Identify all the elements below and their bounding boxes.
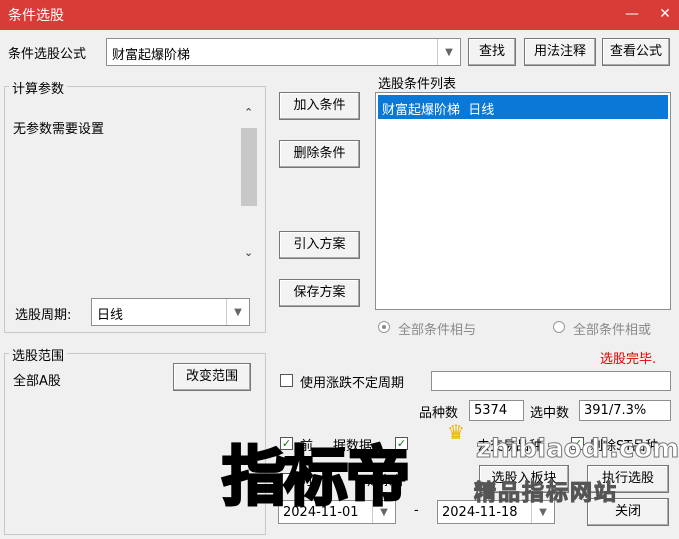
end-date-value: 2024-11-18 <box>442 505 518 520</box>
date-separator: - <box>414 503 419 518</box>
view-formula-button[interactable]: 查看公式 <box>602 38 670 66</box>
add-condition-button[interactable]: 加入条件 <box>279 92 360 120</box>
option-1-label-tail: 据数据 <box>333 439 373 454</box>
scroll-down-icon[interactable]: ⌄ <box>244 246 253 259</box>
formula-select[interactable]: 财富起爆阶梯 ▼ <box>106 38 461 66</box>
scrollbar-thumb[interactable] <box>241 128 257 206</box>
period-label: 选股周期: <box>15 308 72 323</box>
scroll-up-icon[interactable]: ⌃ <box>244 106 253 119</box>
chevron-down-icon[interactable]: ▼ <box>226 299 249 325</box>
range-group-label: 选股范围 <box>9 345 68 364</box>
uncertain-period-input[interactable] <box>431 371 671 391</box>
option-1-checkbox[interactable]: ✓ <box>280 437 293 450</box>
list-item-label: 财富起爆阶梯 日线 <box>382 103 495 118</box>
selected-count-field: 391/7.3% <box>579 400 671 421</box>
close-button[interactable]: 关闭 <box>587 498 669 526</box>
option-2-checkbox[interactable]: ✓ <box>395 437 408 450</box>
usage-notes-button[interactable]: 用法注释 <box>524 38 596 66</box>
chevron-down-icon[interactable]: ▼ <box>372 501 395 523</box>
find-button[interactable]: 查找 <box>468 38 516 66</box>
start-date-value: 2024-11-01 <box>283 505 359 520</box>
time-checkbox[interactable] <box>280 473 293 486</box>
condition-list[interactable]: 财富起爆阶梯 日线 <box>375 92 671 310</box>
total-count-field: 5374 <box>469 400 524 421</box>
logic-and-radio[interactable] <box>378 321 390 333</box>
chevron-down-icon[interactable]: ▼ <box>531 501 554 523</box>
status-text: 选股完毕. <box>600 352 657 367</box>
period-value: 日线 <box>97 308 124 323</box>
execute-button[interactable]: 执行选股 <box>587 465 669 493</box>
params-message: 无参数需要设置 <box>13 122 105 137</box>
save-plan-button[interactable]: 保存方案 <box>279 279 360 307</box>
time-label-tail: 定条件 <box>367 474 407 489</box>
start-date-picker[interactable]: 2024-11-01 ▼ <box>278 500 396 524</box>
formula-value: 财富起爆阶梯 <box>112 48 191 63</box>
option-1-label: 前 <box>300 439 314 454</box>
exclude-st-checkbox[interactable]: ✓ <box>571 437 584 450</box>
condition-list-label: 选股条件列表 <box>378 77 457 92</box>
title-bar: 条件选股 — ✕ <box>0 0 679 30</box>
range-value: 全部A股 <box>13 374 61 389</box>
total-count-label: 品种数 <box>419 406 459 421</box>
end-date-picker[interactable]: 2024-11-18 ▼ <box>437 500 555 524</box>
crown-icon: ♛ <box>447 420 465 444</box>
close-icon[interactable]: ✕ <box>655 3 675 25</box>
params-group-label: 计算参数 <box>9 78 68 97</box>
selected-count-value: 391/7.3% <box>584 403 647 418</box>
list-item[interactable]: 财富起爆阶梯 日线 <box>378 95 668 119</box>
period-select[interactable]: 日线 ▼ <box>91 298 250 326</box>
logic-and-label: 全部条件相与 <box>398 323 477 338</box>
selected-count-label: 选中数 <box>530 406 570 421</box>
minimize-icon[interactable]: — <box>622 3 642 25</box>
option-2-label-tail: 去交易品种 <box>477 439 543 454</box>
total-count-value: 5374 <box>474 403 508 418</box>
exclude-st-label: 剔除ST品种 <box>590 439 659 454</box>
logic-or-radio[interactable] <box>553 321 565 333</box>
time-label: 时 <box>300 474 314 489</box>
uncertain-period-checkbox[interactable] <box>280 374 293 387</box>
delete-condition-button[interactable]: 删除条件 <box>279 140 360 168</box>
import-plan-button[interactable]: 引入方案 <box>279 231 360 259</box>
change-range-button[interactable]: 改变范围 <box>173 363 251 391</box>
params-scrollbar[interactable]: ⌃ ⌄ <box>240 104 260 266</box>
to-block-button[interactable]: 选股入板块 <box>479 465 569 493</box>
window-title: 条件选股 <box>8 8 64 24</box>
chevron-down-icon[interactable]: ▼ <box>437 39 460 65</box>
formula-label: 条件选股公式 <box>8 47 87 62</box>
uncertain-period-label: 使用涨跌不定周期 <box>300 376 405 391</box>
logic-or-label: 全部条件相或 <box>573 323 652 338</box>
